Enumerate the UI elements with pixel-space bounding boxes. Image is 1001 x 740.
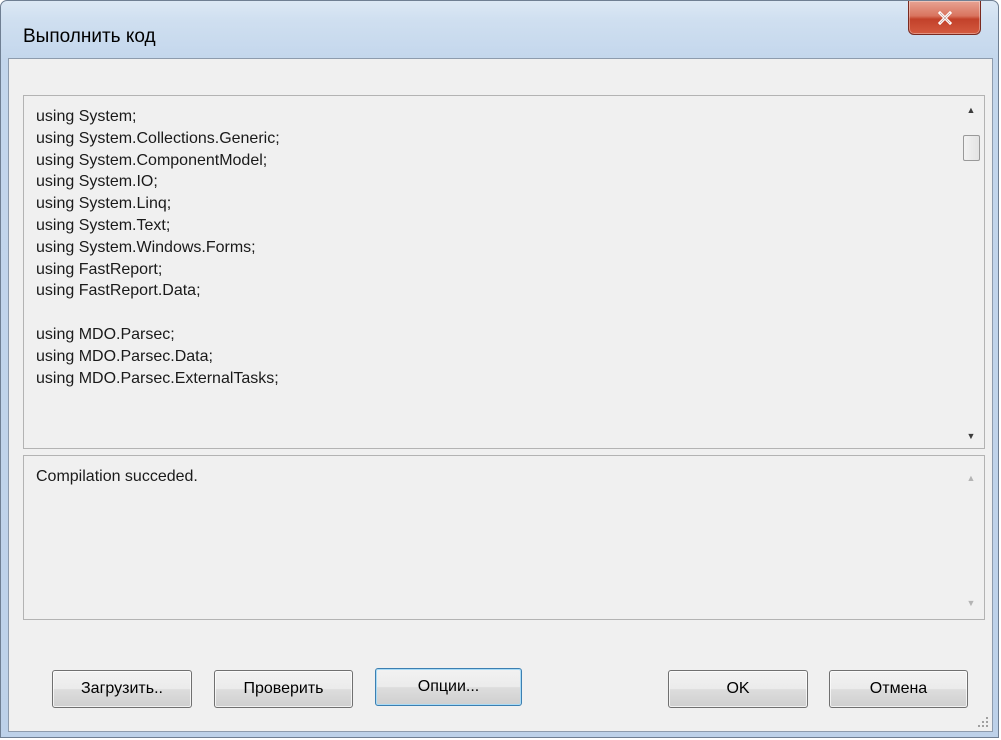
output-panel[interactable]: Compilation succeded. ▲ ▼ (23, 455, 985, 620)
dialog-window: Выполнить код using System; using System… (0, 0, 999, 738)
output-message: Compilation succeded. (36, 468, 198, 485)
scroll-up-arrow-icon[interactable]: ▲ (958, 468, 984, 488)
code-editor-scrollbar[interactable]: ▲ ▼ (958, 96, 984, 448)
close-icon (937, 10, 952, 25)
size-grip-icon[interactable] (977, 716, 989, 728)
scroll-thumb[interactable] (963, 135, 980, 161)
load-button[interactable]: Загрузить.. (52, 670, 192, 708)
dialog-client-area: using System; using System.Collections.G… (8, 58, 993, 732)
scroll-down-arrow-icon[interactable]: ▼ (958, 426, 984, 446)
code-editor[interactable]: using System; using System.Collections.G… (23, 95, 985, 449)
code-editor-text[interactable]: using System; using System.Collections.G… (36, 106, 936, 389)
cancel-button[interactable]: Отмена (829, 670, 968, 708)
options-button[interactable]: Опции... (375, 668, 522, 706)
scroll-up-arrow-icon[interactable]: ▲ (958, 100, 984, 120)
output-scrollbar[interactable]: ▲ ▼ (958, 456, 984, 619)
close-button[interactable] (908, 1, 981, 35)
check-button[interactable]: Проверить (214, 670, 353, 708)
window-title: Выполнить код (23, 26, 156, 47)
ok-button[interactable]: OK (668, 670, 808, 708)
scroll-down-arrow-icon[interactable]: ▼ (958, 593, 984, 613)
